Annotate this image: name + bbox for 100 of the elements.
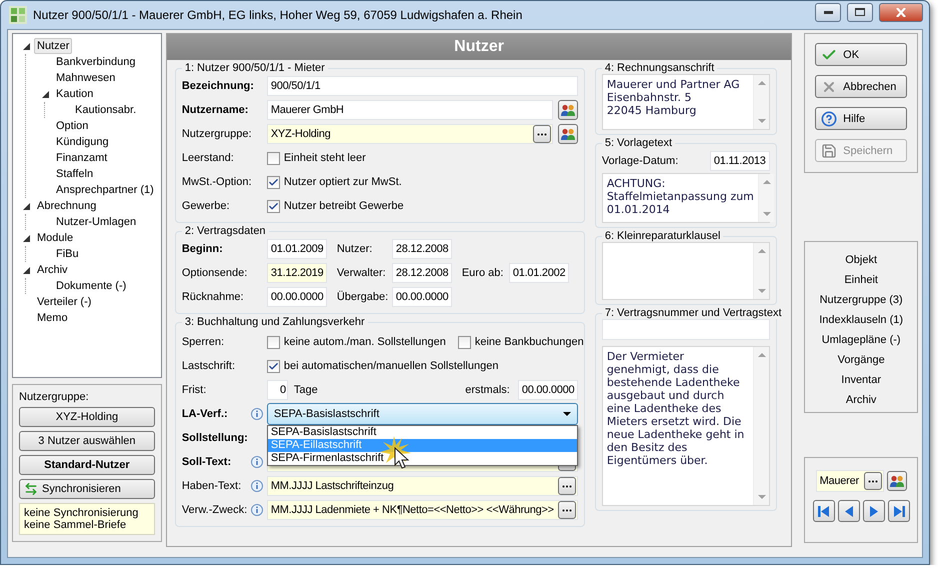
next-icon (868, 506, 880, 516)
date-field[interactable]: 01.01.2009 (266, 239, 327, 259)
text-area[interactable]: Mauerer und Partner AG Eisenbahnstr. 5 22045 Hamburg (602, 74, 770, 130)
address-line: Eisenbahnstr. 5 (606, 91, 693, 104)
date-field[interactable]: 28.12.2008 (392, 263, 452, 283)
group-button[interactable]: XYZ-Holding (19, 407, 155, 427)
browse-button[interactable] (864, 472, 882, 490)
first-record-button[interactable] (812, 500, 835, 522)
tree-item[interactable]: Abrechnung (34, 198, 100, 214)
nav-link[interactable]: Umlagepläne (-) (822, 330, 901, 350)
ellipsis-icon (562, 484, 572, 488)
input-field[interactable]: MM.JJJJ Lastschrifteinzug (266, 476, 578, 496)
nav-link[interactable]: Objekt (845, 250, 878, 270)
group-title: 5: Vorlagetext (604, 137, 674, 149)
unit-label: Tage (294, 384, 318, 396)
ok-button[interactable]: OK (815, 43, 908, 66)
input-field[interactable]: XYZ-Holding (266, 124, 553, 144)
nav-link[interactable]: Indexklauseln (1) (819, 310, 904, 330)
tree-item[interactable]: Nutzer (34, 38, 72, 54)
tree-item[interactable]: Kündigung (53, 134, 112, 150)
tree-item[interactable]: Ansprechpartner (1) (53, 182, 157, 198)
date-field[interactable]: 01.11.2013 (710, 151, 770, 171)
dropdown[interactable]: SEPA-Basislastschrift (266, 403, 578, 425)
date-field[interactable]: 31.12.2019 (266, 263, 327, 283)
next-button[interactable] (862, 500, 885, 522)
browse-button[interactable] (558, 477, 576, 495)
checkbox[interactable] (458, 336, 471, 348)
input-field[interactable]: MM.JJJJ Ladenmiete + NK¶Netto=<<Netto>> <<Währung>> (266, 500, 578, 520)
expanded-arrow-icon[interactable] (22, 202, 30, 210)
tree-item[interactable]: Mahnwesen (53, 70, 118, 86)
contract-text: Der Vermieter genehmigt, dass die bestehende Ladentheke ausgebaut und durch eine Ladentheke des Mieters ersetzt wird. Die neue Ladentheke geht in den Besitz des Eigentümers über. (606, 349, 746, 469)
date-field[interactable]: 01.01.2002 (508, 263, 569, 283)
text-area[interactable]: Der Vermieter genehmigt, dass die bestehende Ladentheke ausgebaut und durch eine Ladentheke des Mieters ersetzt wird. Die neue Ladentheke geht in den Besitz des Eigentümers über. (602, 346, 770, 506)
previous-button[interactable] (838, 500, 860, 522)
help-button[interactable]: Hilfe (815, 107, 908, 130)
maximize-icon (855, 8, 865, 16)
template-line: 01.01.2014 (606, 203, 671, 216)
checkbox-label: Einheit steht leer (284, 152, 366, 164)
group-button[interactable]: Standard-Nutzer (19, 455, 155, 475)
checkbox[interactable] (266, 176, 280, 188)
date-field[interactable]: 00.00.0000 (518, 380, 578, 400)
note-text: keine Sammel-Briefe (24, 519, 128, 531)
expanded-arrow-icon[interactable] (22, 266, 30, 274)
people-button[interactable] (886, 471, 907, 491)
field-label: Optionsende: (182, 267, 248, 279)
tree-item[interactable]: Bankverbindung (53, 54, 139, 70)
tree-item[interactable]: Module (34, 230, 76, 246)
sync-button[interactable]: Synchronisieren (19, 479, 155, 499)
maximize-button[interactable] (847, 2, 873, 22)
cancel-button[interactable]: Abbrechen (815, 75, 908, 98)
tree-item[interactable]: Option (53, 118, 92, 134)
browse-button[interactable] (532, 125, 551, 143)
tree-item[interactable]: Kautionsabr. (72, 102, 140, 118)
last-record-button[interactable] (888, 500, 910, 522)
date-field[interactable]: 00.00.0000 (392, 287, 452, 307)
people-icon (560, 128, 575, 140)
group-title: 2: Vertragsdaten (184, 225, 267, 237)
people-icon (890, 474, 904, 488)
checkbox-label: keine autom./man. Sollstellungen (284, 336, 446, 348)
tree-item[interactable]: Kaution (53, 86, 96, 102)
ellipsis-icon (562, 508, 572, 512)
people-button[interactable] (558, 100, 578, 120)
address-line: 22045 Hamburg (606, 104, 698, 117)
checkbox[interactable] (266, 152, 280, 164)
group-button[interactable]: 3 Nutzer auswählen (19, 431, 155, 451)
field-label: Bezeichnung: (182, 80, 254, 92)
tree-item[interactable]: FiBu (53, 246, 82, 262)
tree-item[interactable]: Memo (34, 310, 71, 326)
date-field[interactable]: 00.00.0000 (266, 287, 327, 307)
minimize-icon (824, 10, 832, 14)
close-button[interactable] (879, 2, 923, 22)
field-label: Haben-Text: (182, 480, 242, 492)
minimize-button[interactable] (815, 2, 841, 22)
checkbox[interactable] (266, 360, 280, 372)
nav-link[interactable]: Vorgänge (838, 350, 885, 370)
nav-link[interactable]: Nutzergruppe (3) (820, 290, 903, 310)
date-field[interactable]: 28.12.2008 (392, 239, 452, 259)
expanded-arrow-icon[interactable] (22, 42, 30, 50)
tree-item[interactable]: Nutzer-Umlagen (53, 214, 140, 230)
dropdown-option[interactable]: SEPA-Firmenlastschrift (268, 452, 577, 465)
checkbox[interactable] (266, 336, 280, 348)
expanded-arrow-icon[interactable] (22, 234, 30, 242)
tree-item[interactable]: Verteiler (-) (34, 294, 94, 310)
browse-button[interactable] (558, 501, 576, 519)
tree-item[interactable]: Finanzamt (53, 150, 110, 166)
people-button[interactable] (558, 124, 578, 144)
expanded-arrow-icon[interactable] (42, 90, 48, 98)
nav-link[interactable]: Inventar (841, 370, 882, 390)
input-field[interactable]: Mauerer GmbH (266, 100, 553, 120)
nav-link[interactable]: Einheit (844, 270, 878, 290)
input-field[interactable]: 0 (266, 380, 288, 400)
tree-item[interactable]: Dokumente (-) (53, 278, 130, 294)
nav-link[interactable]: Archiv (846, 390, 876, 410)
input-field[interactable]: Mauerer (816, 470, 884, 492)
tree-item[interactable]: Staffeln (53, 166, 96, 182)
checkbox[interactable] (266, 200, 280, 212)
tree-item[interactable]: Archiv (34, 262, 71, 278)
input-field[interactable]: 900/50/1/1 (266, 76, 578, 96)
dropdown-option[interactable]: SEPA-Basislastschrift (268, 426, 577, 439)
input-field[interactable] (602, 319, 770, 340)
